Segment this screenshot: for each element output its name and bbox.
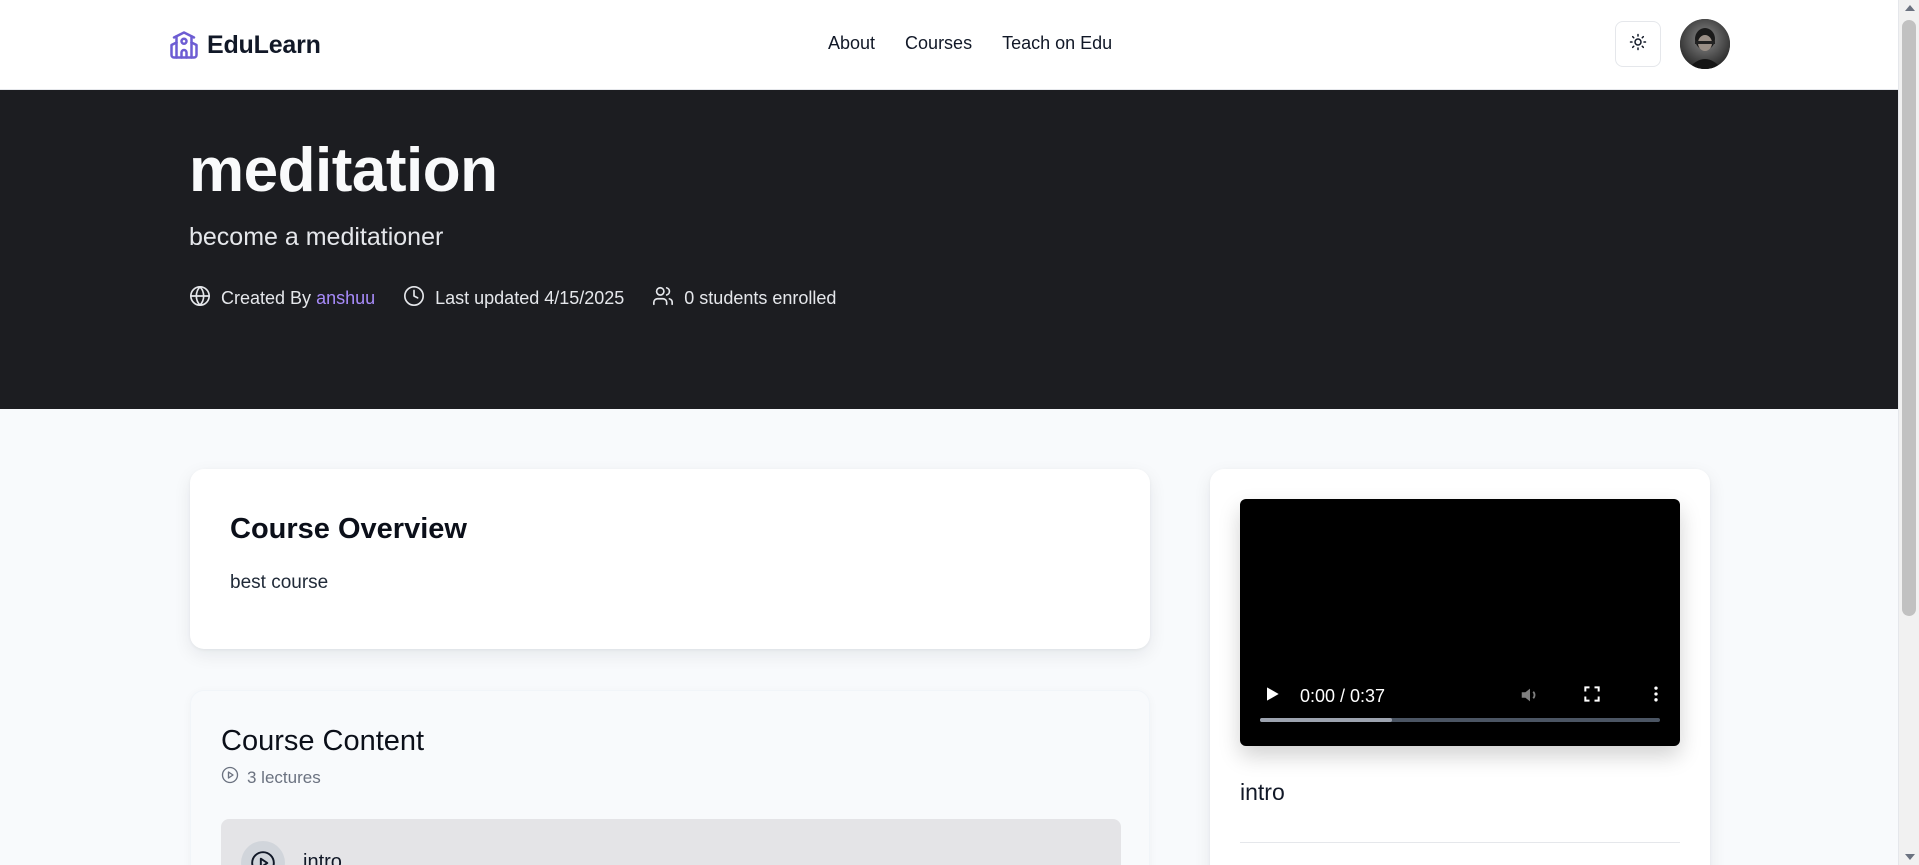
theme-toggle-button[interactable] — [1615, 21, 1661, 67]
course-preview-card: 0:00 / 0:37 intro — [1210, 469, 1710, 865]
page-scrollbar[interactable] — [1898, 0, 1919, 865]
created-by-meta: Created By anshuu — [189, 285, 375, 312]
preview-lecture-title: intro — [1240, 779, 1285, 805]
created-by-label: Created By — [221, 288, 312, 308]
students-meta: 0 students enrolled — [652, 285, 836, 312]
course-content-heading: Course Content — [221, 725, 425, 757]
scrollbar-thumb[interactable] — [1902, 20, 1916, 616]
course-description: best course — [230, 572, 329, 593]
sun-icon — [1629, 33, 1647, 56]
course-subtitle: become a meditationer — [189, 223, 444, 251]
last-updated-meta: Last updated 4/15/2025 — [403, 285, 624, 312]
play-icon[interactable] — [1262, 684, 1282, 709]
course-meta: Created By anshuu Last updated 4/15/2025 — [189, 285, 836, 312]
brand-logo-link[interactable]: EduLearn — [169, 30, 321, 60]
lectures-count: 3 lectures — [221, 766, 1119, 789]
video-progress-bar[interactable] — [1260, 718, 1660, 722]
course-hero: meditation become a meditationer Created… — [0, 90, 1898, 409]
globe-icon — [189, 285, 211, 312]
video-progress-fill — [1260, 718, 1392, 722]
nav-about-link[interactable]: About — [828, 33, 875, 54]
course-content-card: Course Content 3 lectures intro — [190, 690, 1150, 865]
divider — [1240, 842, 1680, 843]
scroll-up-arrow[interactable] — [1905, 5, 1915, 11]
lecture-item[interactable]: intro — [221, 819, 1121, 865]
creator-link[interactable]: anshuu — [316, 288, 375, 308]
play-circle-icon — [241, 841, 285, 865]
course-overview-card: Course Overview best course — [190, 469, 1150, 649]
main-nav: About Courses Teach on Edu — [828, 33, 1112, 54]
students-enrolled-text: 0 students enrolled — [684, 288, 837, 308]
nav-teach-link[interactable]: Teach on Edu — [1002, 33, 1112, 54]
lectures-count-text: 3 lectures — [247, 767, 321, 787]
course-overview-heading: Course Overview — [230, 513, 467, 545]
course-title: meditation — [189, 136, 498, 205]
brand-name: EduLearn — [207, 30, 321, 59]
video-time: 0:00 / 0:37 — [1300, 686, 1386, 706]
scroll-down-arrow[interactable] — [1905, 854, 1915, 860]
video-controls: 0:00 / 0:37 — [1240, 666, 1680, 746]
lecture-title: intro — [303, 851, 342, 865]
user-avatar[interactable] — [1680, 19, 1730, 69]
fullscreen-icon[interactable] — [1582, 684, 1602, 709]
video-player[interactable]: 0:00 / 0:37 — [1240, 499, 1680, 746]
play-circle-icon — [221, 766, 239, 789]
clock-icon — [403, 285, 425, 312]
volume-icon[interactable] — [1519, 684, 1541, 711]
nav-courses-link[interactable]: Courses — [905, 33, 972, 54]
top-navbar: EduLearn About Courses Teach on Edu — [0, 0, 1898, 90]
last-updated-text: Last updated 4/15/2025 — [435, 288, 625, 308]
school-icon — [169, 30, 199, 60]
users-icon — [652, 285, 674, 312]
more-options-icon[interactable] — [1646, 684, 1666, 709]
